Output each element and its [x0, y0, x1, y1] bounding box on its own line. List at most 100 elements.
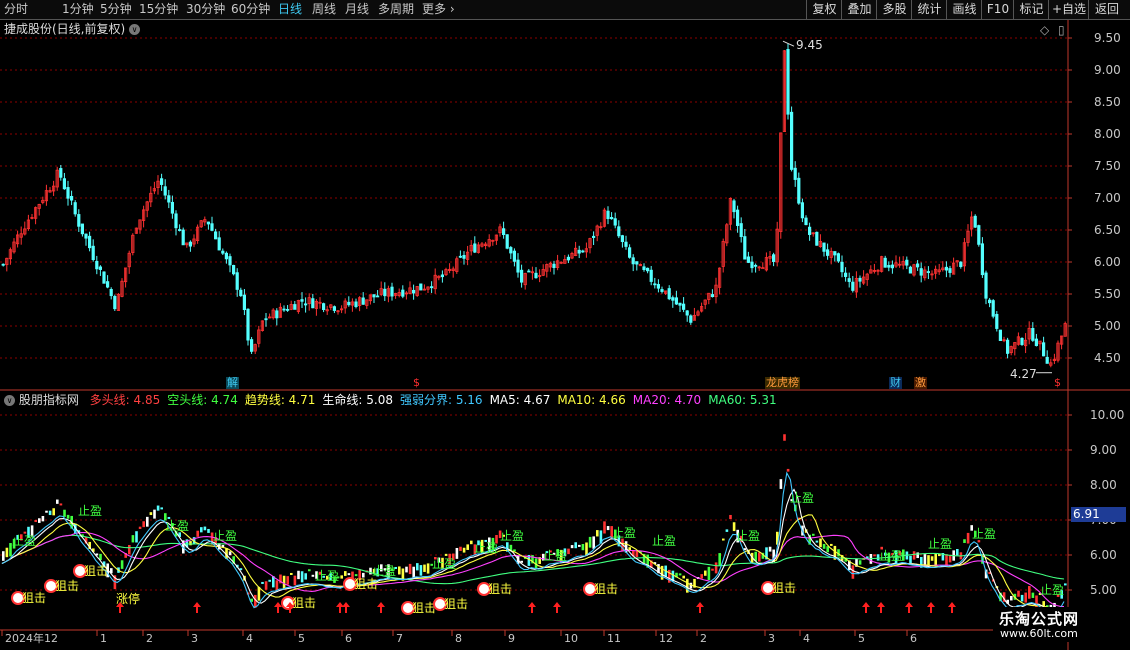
indicator-bar [160, 507, 163, 510]
period-tab[interactable]: 多周期 [378, 2, 414, 17]
mark-button[interactable]: 标记 [1013, 0, 1049, 19]
kline-chart[interactable]: 止盈止盈止盈止盈止盈 止盈 止盈止盈止盈止盈止盈止盈 止盈止盈止盈止盈止盈止盈狙击狙击… [0, 20, 1130, 650]
time-tick-label: 3 [191, 632, 198, 645]
candle-body [383, 288, 387, 297]
candle-body [458, 255, 463, 258]
indicator-bar [1064, 583, 1067, 586]
watermark: 乐淘公式网 www.60lt.com [993, 607, 1121, 642]
f10-button[interactable]: F10 [981, 0, 1014, 19]
period-tab[interactable]: 5分钟 [100, 2, 132, 17]
chevron-down-icon[interactable]: ∨ [4, 395, 15, 406]
indicator-bar [5, 547, 9, 558]
candle-body [293, 304, 297, 310]
candle-body [772, 254, 776, 262]
candle-body [1020, 337, 1024, 345]
candle-body [473, 243, 477, 253]
dividend-marker[interactable]: $ [412, 377, 421, 389]
indicator-value: 强弱分界: 5.16 [399, 393, 483, 407]
indicator-bar [682, 575, 685, 579]
period-tab[interactable]: 30分钟 [186, 2, 225, 17]
price-tick-label: 5.00 [1094, 319, 1121, 333]
buy-arrow-icon [336, 602, 344, 613]
dragon-tiger-marker[interactable]: 龙虎榜 [765, 377, 800, 389]
overlay-button[interactable]: 叠加 [841, 0, 877, 19]
indicator-bar [830, 543, 833, 546]
candle-body [516, 259, 520, 273]
candle-body [919, 268, 923, 276]
candle-body [106, 281, 110, 288]
candle-body [890, 264, 895, 269]
dividend-marker[interactable]: $ [1053, 377, 1062, 389]
candle-body [948, 268, 952, 273]
candle-body [617, 226, 621, 237]
time-tick-label: 2 [700, 632, 707, 645]
strike-label: 狙击 [444, 597, 468, 611]
candle-body [275, 310, 279, 319]
strike-label: 狙击 [55, 579, 79, 593]
indicator-bar [63, 509, 66, 517]
chevron-down-icon[interactable]: ∨ [129, 24, 141, 35]
candle-body [321, 303, 326, 310]
indicator-bar [779, 479, 783, 489]
high-price-label: 9.45 [796, 38, 823, 52]
candle-body [170, 201, 174, 214]
indicator-bar [207, 528, 210, 533]
candle-body [159, 178, 164, 185]
indicator-bar [444, 553, 448, 556]
indicator-bar [588, 536, 592, 548]
period-tab[interactable]: 15分钟 [139, 2, 178, 17]
candle-body [991, 300, 995, 317]
candle-body [671, 297, 675, 301]
indicator-bar [1017, 590, 1020, 597]
more-menu[interactable]: 更多 › [422, 2, 455, 17]
indicator-bar [714, 562, 718, 574]
indicator-value: MA5: 4.67 [489, 393, 551, 407]
indicator-bar [966, 532, 970, 544]
candle-body [790, 111, 794, 170]
finance-marker[interactable]: 财 [889, 377, 902, 389]
candle-body [95, 260, 99, 270]
candle-body [800, 202, 805, 219]
stop-profit-label: 止盈 [736, 529, 760, 543]
statistics-button[interactable]: 统计 [911, 0, 947, 19]
candle-body [372, 294, 376, 298]
period-tab[interactable]: 60分钟 [231, 2, 270, 17]
adjust-button[interactable]: 复权 [806, 0, 842, 19]
stop-profit-label: 止盈 [1040, 583, 1064, 597]
candle-body [206, 221, 210, 225]
price-tick-label: 7.00 [1094, 191, 1121, 205]
back-button[interactable]: 返回 [1088, 0, 1125, 19]
candle-body [984, 272, 988, 299]
time-tick-label: 5 [298, 632, 305, 645]
indicator-value: MA60: 5.31 [708, 393, 777, 407]
candle-body [847, 278, 851, 282]
indicator-bar [912, 551, 916, 560]
period-tab[interactable]: 月线 [345, 2, 369, 17]
diamond-icon[interactable]: ◇ [1040, 23, 1049, 37]
unlock-marker[interactable]: 解 [226, 377, 239, 389]
incentive-marker[interactable]: 激 [914, 377, 927, 389]
indicator-value: 生命线: 5.08 [322, 393, 393, 407]
period-tab[interactable]: 1分钟 [62, 2, 94, 17]
candle-body [1, 263, 5, 266]
strike-label: 狙击 [412, 601, 436, 615]
indicator-bar [135, 531, 138, 543]
candle-body [678, 302, 682, 306]
period-tab[interactable]: 分时 [4, 2, 28, 17]
candle-body [242, 294, 246, 311]
add-watchlist-button[interactable]: +自选 [1048, 0, 1089, 19]
indicator-bar [930, 556, 934, 561]
candle-body [109, 289, 113, 297]
indicator-bar [934, 553, 937, 566]
indicator-bar [707, 566, 711, 580]
panel-toggle-icon[interactable]: ▯ [1058, 23, 1065, 37]
indicator-name[interactable]: 股朋指标网 [19, 393, 79, 407]
period-tab-daily[interactable]: 日线 [278, 2, 302, 17]
candle-body [635, 261, 639, 265]
multi-stock-button[interactable]: 多股 [876, 0, 912, 19]
draw-line-button[interactable]: 画线 [946, 0, 982, 19]
strike-label: 狙击 [772, 581, 796, 595]
candle-body [689, 315, 693, 323]
indicator-bar [1020, 594, 1024, 602]
period-tab[interactable]: 周线 [312, 2, 336, 17]
